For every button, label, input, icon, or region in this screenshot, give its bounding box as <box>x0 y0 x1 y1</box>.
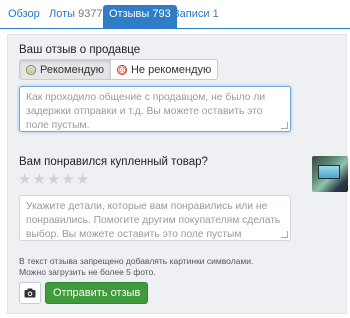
product-rating: ★ ★ ★ ★ ★ <box>18 172 89 187</box>
not-recommend-label: Не рекомендую <box>130 63 212 76</box>
product-review-heading: Вам понравился купленный товар? <box>19 156 208 168</box>
tab-count: 793 <box>152 8 171 20</box>
tab-label: Обзор <box>8 8 40 20</box>
tab-posts[interactable]: Записи 1 <box>173 8 219 20</box>
tab-label: Лоты <box>49 8 76 20</box>
seller-review-heading: Ваш отзыв о продавце <box>19 44 141 56</box>
star-icon[interactable]: ★ <box>61 172 74 187</box>
star-icon[interactable]: ★ <box>18 172 31 187</box>
seller-review-placeholder: Как проходило общение с продавцом, не бы… <box>26 92 266 131</box>
tab-count: 9377 <box>78 8 103 20</box>
tab-reviews[interactable]: Отзывы 793 <box>103 5 177 29</box>
product-thumbnail <box>312 156 348 192</box>
smile-icon: ☺ <box>26 64 36 75</box>
star-icon[interactable]: ★ <box>32 172 45 187</box>
upload-note-line: В текст отзыва запрещено добавлять карти… <box>19 256 254 266</box>
camera-icon <box>24 288 36 298</box>
submit-review-button[interactable]: Отправить отзыв <box>45 282 149 304</box>
tab-label: Записи <box>173 8 210 20</box>
tab-label: Отзывы <box>109 8 150 20</box>
review-tabs: Обзор Лоты 9377 Отзывы 793 Записи 1 <box>0 0 350 29</box>
upload-photo-button[interactable] <box>19 282 41 304</box>
upload-note-line: Можно загрузить не более 5 фото. <box>19 267 156 277</box>
not-recommend-button[interactable]: ☹ Не рекомендую <box>110 59 219 80</box>
recommend-label: Рекомендую <box>40 63 104 76</box>
tab-count: 1 <box>212 8 219 20</box>
frown-icon: ☹ <box>116 64 127 75</box>
upload-note: В текст отзыва запрещено добавлять карти… <box>19 256 253 278</box>
star-icon[interactable]: ★ <box>76 172 89 187</box>
seller-review-textarea[interactable]: Как проходило общение с продавцом, не бы… <box>19 86 291 132</box>
product-review-textarea[interactable]: Укажите детали, которые вам понравились … <box>19 195 291 241</box>
product-review-placeholder: Укажите детали, которые вам понравились … <box>26 201 281 240</box>
tab-lots[interactable]: Лоты 9377 <box>49 8 103 20</box>
recommend-button[interactable]: ☺ Рекомендую <box>19 59 111 80</box>
recommend-toggle: ☺ Рекомендую ☹ Не рекомендую <box>19 59 219 80</box>
tab-overview[interactable]: Обзор <box>8 8 40 20</box>
review-form: Ваш отзыв о продавце ☺ Рекомендую ☹ Не р… <box>7 34 348 314</box>
star-icon[interactable]: ★ <box>47 172 60 187</box>
